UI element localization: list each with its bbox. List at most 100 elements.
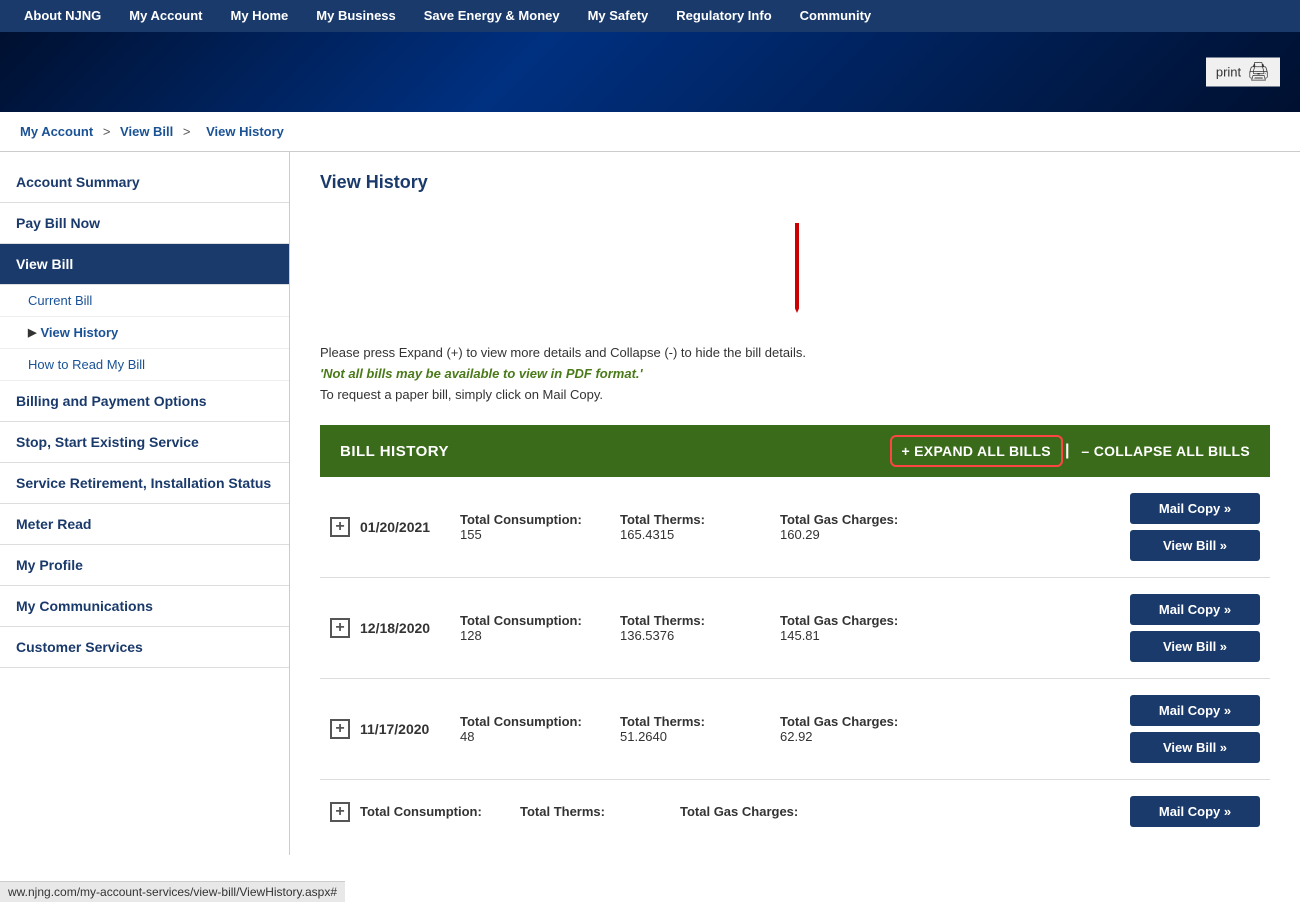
bill-row: + 01/20/2021 Total Consumption: 155 Tota… bbox=[320, 477, 1270, 578]
sidebar-item-meter-read[interactable]: Meter Read bbox=[0, 504, 289, 545]
bill-data-0: Total Consumption: 155 Total Therms: 165… bbox=[460, 512, 1120, 542]
bill-field-therms-2: Total Therms: 51.2640 bbox=[620, 714, 750, 744]
breadcrumb-viewbill[interactable]: View Bill bbox=[120, 124, 173, 139]
annotation-area bbox=[320, 223, 1270, 343]
sidebar-item-stop-start[interactable]: Stop, Start Existing Service bbox=[0, 422, 289, 463]
view-bill-button-1[interactable]: View Bill » bbox=[1130, 631, 1260, 662]
bill-actions-0: Mail Copy » View Bill » bbox=[1130, 493, 1260, 561]
bill-field-therms-1: Total Therms: 136.5376 bbox=[620, 613, 750, 643]
therms-value-1: 136.5376 bbox=[620, 628, 750, 643]
bill-history-actions: + EXPAND ALL BILLS | – COLLAPSE ALL BILL… bbox=[890, 435, 1271, 467]
bill-field-charges-3: Total Gas Charges: bbox=[680, 804, 810, 819]
instructions-line1: Please press Expand (+) to view more det… bbox=[320, 343, 1270, 364]
print-icon: 🖨 bbox=[1247, 62, 1270, 83]
consumption-label-0: Total Consumption: bbox=[460, 512, 590, 527]
bill-field-charges-0: Total Gas Charges: 160.29 bbox=[780, 512, 910, 542]
therms-label-0: Total Therms: bbox=[620, 512, 750, 527]
charges-label-0: Total Gas Charges: bbox=[780, 512, 910, 527]
bill-data-2: Total Consumption: 48 Total Therms: 51.2… bbox=[460, 714, 1120, 744]
bill-row-partial: + Total Consumption: Total Therms: Total… bbox=[320, 780, 1270, 835]
bill-field-consumption-0: Total Consumption: 155 bbox=[460, 512, 590, 542]
mail-copy-button-2[interactable]: Mail Copy » bbox=[1130, 695, 1260, 726]
breadcrumb-account[interactable]: My Account bbox=[20, 124, 93, 139]
banner: print 🖨 bbox=[0, 32, 1300, 112]
bill-actions-1: Mail Copy » View Bill » bbox=[1130, 594, 1260, 662]
view-bill-button-0[interactable]: View Bill » bbox=[1130, 530, 1260, 561]
nav-my-account[interactable]: My Account bbox=[115, 0, 216, 32]
sidebar-item-service-retirement[interactable]: Service Retirement, Installation Status bbox=[0, 463, 289, 504]
sidebar-item-my-communications[interactable]: My Communications bbox=[0, 586, 289, 627]
collapse-all-button[interactable]: – COLLAPSE ALL BILLS bbox=[1071, 437, 1260, 465]
bill-history-header: BILL HISTORY + EXPAND ALL BILLS | – COLL… bbox=[320, 425, 1270, 477]
charges-label-2: Total Gas Charges: bbox=[780, 714, 910, 729]
sidebar-item-view-bill[interactable]: View Bill bbox=[0, 244, 289, 285]
bill-field-charges-2: Total Gas Charges: 62.92 bbox=[780, 714, 910, 744]
sidebar-item-pay-bill-now[interactable]: Pay Bill Now bbox=[0, 203, 289, 244]
nav-community[interactable]: Community bbox=[786, 0, 886, 32]
print-label: print bbox=[1216, 65, 1241, 80]
print-button[interactable]: print 🖨 bbox=[1206, 58, 1280, 87]
instructions-line2: 'Not all bills may be available to view … bbox=[320, 364, 1270, 385]
nav-my-safety[interactable]: My Safety bbox=[574, 0, 663, 32]
consumption-label-2: Total Consumption: bbox=[460, 714, 590, 729]
therms-label-1: Total Therms: bbox=[620, 613, 750, 628]
sidebar-sub-view-history-label: View History bbox=[40, 325, 118, 340]
bill-data-1: Total Consumption: 128 Total Therms: 136… bbox=[460, 613, 1120, 643]
therms-label-2: Total Therms: bbox=[620, 714, 750, 729]
sidebar-item-account-summary[interactable]: Account Summary bbox=[0, 162, 289, 203]
bill-date-0: 01/20/2021 bbox=[360, 519, 450, 535]
mail-copy-button-3[interactable]: Mail Copy » bbox=[1130, 796, 1260, 827]
sidebar-item-my-profile[interactable]: My Profile bbox=[0, 545, 289, 586]
bill-field-charges-1: Total Gas Charges: 145.81 bbox=[780, 613, 910, 643]
bill-data-3: Total Consumption: Total Therms: Total G… bbox=[360, 804, 1120, 819]
charges-value-0: 160.29 bbox=[780, 527, 910, 542]
expand-all-button[interactable]: + EXPAND ALL BILLS bbox=[890, 435, 1063, 467]
sidebar-item-customer-services[interactable]: Customer Services bbox=[0, 627, 289, 668]
consumption-label-1: Total Consumption: bbox=[460, 613, 590, 628]
breadcrumb: My Account > View Bill > View History bbox=[0, 112, 1300, 152]
view-bill-button-2[interactable]: View Bill » bbox=[1130, 732, 1260, 763]
consumption-label-3: Total Consumption: bbox=[360, 804, 490, 819]
consumption-value-2: 48 bbox=[460, 729, 590, 744]
bill-actions-2: Mail Copy » View Bill » bbox=[1130, 695, 1260, 763]
therms-value-0: 165.4315 bbox=[620, 527, 750, 542]
bill-row: + 12/18/2020 Total Consumption: 128 Tota… bbox=[320, 578, 1270, 679]
sidebar-sub-how-to-read[interactable]: How to Read My Bill bbox=[0, 349, 289, 381]
expand-icon-1[interactable]: + bbox=[330, 618, 350, 638]
sidebar-sub-current-bill[interactable]: Current Bill bbox=[0, 285, 289, 317]
sidebar: Account Summary Pay Bill Now View Bill C… bbox=[0, 152, 290, 855]
bill-history-title: BILL HISTORY bbox=[320, 443, 890, 460]
sidebar-sub-view-history[interactable]: ▶ View History bbox=[0, 317, 289, 349]
nav-about-njng[interactable]: About NJNG bbox=[10, 0, 115, 32]
mail-copy-button-1[interactable]: Mail Copy » bbox=[1130, 594, 1260, 625]
top-navigation: About NJNG My Account My Home My Busines… bbox=[0, 0, 1300, 32]
expand-icon-2[interactable]: + bbox=[330, 719, 350, 739]
bill-history-separator: | bbox=[1065, 442, 1069, 460]
therms-value-2: 51.2640 bbox=[620, 729, 750, 744]
nav-regulatory-info[interactable]: Regulatory Info bbox=[662, 0, 785, 32]
instructions-line3: To request a paper bill, simply click on… bbox=[320, 385, 1270, 406]
bill-field-consumption-1: Total Consumption: 128 bbox=[460, 613, 590, 643]
nav-my-home[interactable]: My Home bbox=[216, 0, 302, 32]
bill-field-therms-0: Total Therms: 165.4315 bbox=[620, 512, 750, 542]
sidebar-item-billing-payment[interactable]: Billing and Payment Options bbox=[0, 381, 289, 422]
charges-label-3: Total Gas Charges: bbox=[680, 804, 810, 819]
page-title: View History bbox=[320, 172, 1270, 193]
expand-icon-3[interactable]: + bbox=[330, 802, 350, 822]
bill-date-1: 12/18/2020 bbox=[360, 620, 450, 636]
consumption-value-0: 155 bbox=[460, 527, 590, 542]
bill-date-2: 11/17/2020 bbox=[360, 721, 450, 737]
mail-copy-button-0[interactable]: Mail Copy » bbox=[1130, 493, 1260, 524]
breadcrumb-current: View History bbox=[206, 124, 284, 139]
expand-icon-0[interactable]: + bbox=[330, 517, 350, 537]
nav-my-business[interactable]: My Business bbox=[302, 0, 409, 32]
charges-value-2: 62.92 bbox=[780, 729, 910, 744]
bill-field-consumption-3: Total Consumption: bbox=[360, 804, 490, 819]
consumption-value-1: 128 bbox=[460, 628, 590, 643]
nav-save-energy[interactable]: Save Energy & Money bbox=[410, 0, 574, 32]
main-content: View History Please press Expand (+) to … bbox=[290, 152, 1300, 855]
arrow-icon: ▶ bbox=[28, 326, 36, 339]
red-arrow-line bbox=[795, 223, 799, 313]
bill-field-therms-3: Total Therms: bbox=[520, 804, 650, 819]
breadcrumb-sep2: > bbox=[183, 124, 191, 139]
